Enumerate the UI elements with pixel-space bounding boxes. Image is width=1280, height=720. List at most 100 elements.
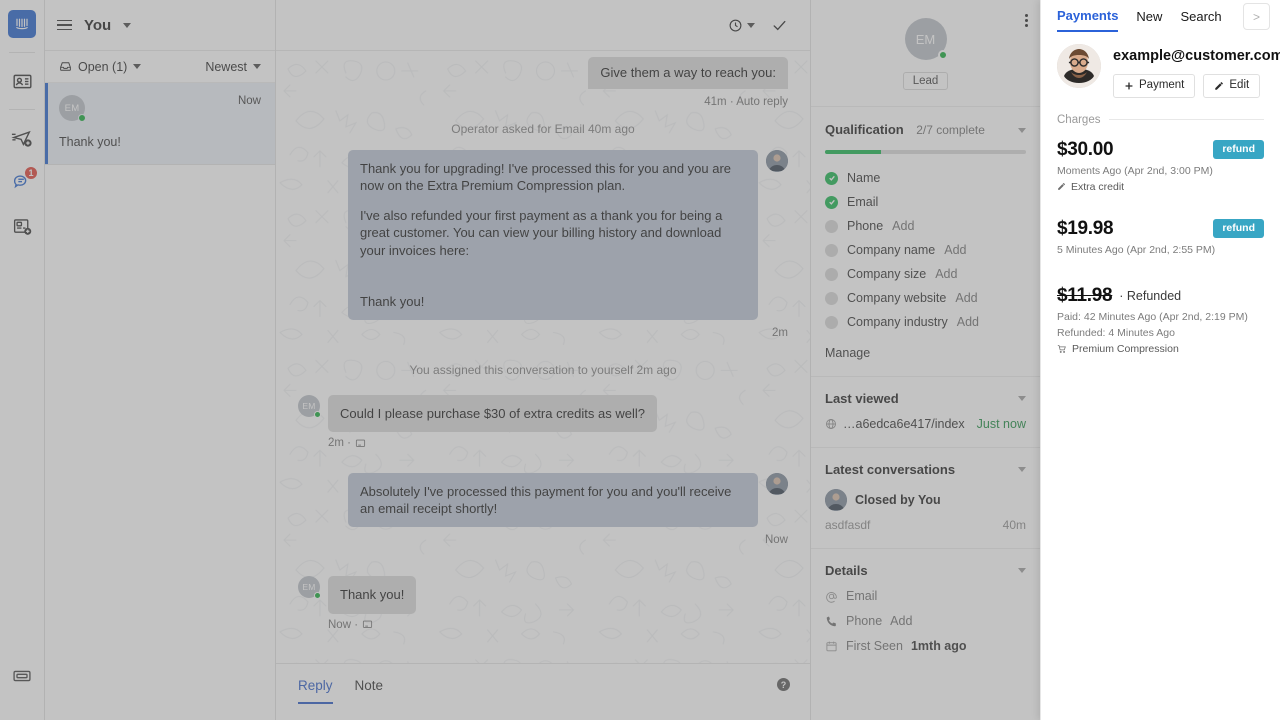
details-collapse-chevron-icon[interactable] [1018,568,1026,573]
open-filter[interactable]: Open (1) [59,59,142,74]
conversation-list-item[interactable]: EM Now Thank you! [45,83,275,165]
message-outgoing: Absolutely I've processed this payment f… [298,473,788,528]
detail-value: 1mth ago [910,639,967,653]
qualification-item-company-website[interactable]: Company website Add [825,286,1026,310]
qualification-collapse-chevron-icon[interactable] [1018,127,1026,133]
add-link[interactable]: Add [955,291,977,305]
message-auto-reply: Give them a way to reach you: [298,57,788,89]
detail-row-first-seen[interactable]: First Seen 1mth ago [825,639,1026,653]
inbox-icon[interactable] [5,659,39,693]
add-payment-label: Payment [1139,78,1185,91]
refund-button[interactable]: refund [1213,219,1264,239]
open-filter-chevron-down-icon[interactable] [133,64,142,69]
tab-search[interactable]: Search [1180,9,1221,31]
qualification-item-company-size[interactable]: Company size Add [825,262,1026,286]
latest-conversation-item[interactable]: Closed by You [825,489,1026,511]
rail-divider-2 [9,109,35,110]
qualification-item-company-name[interactable]: Company name Add [825,238,1026,262]
conversation-list-panel: You Open (1) Newest EM Now Thank you! [45,0,276,720]
pencil-icon [1057,182,1066,191]
last-viewed-collapse-chevron-icon[interactable] [1018,396,1026,401]
inbox-owner-chevron-down-icon[interactable] [123,22,132,28]
charge-amount: $11.98 [1057,284,1113,306]
tab-note[interactable]: Note [355,678,384,702]
section-title: Qualification [825,122,904,137]
tab-new[interactable]: New [1136,9,1162,31]
conversation-toolbar [276,0,810,51]
tab-payments[interactable]: Payments [1057,8,1119,32]
rail-divider-1 [9,52,35,53]
refund-button[interactable]: refund [1213,140,1264,160]
admin-avatar [825,489,847,511]
send-outbound-icon[interactable] [5,121,39,155]
menu-icon[interactable] [57,19,72,31]
contacts-icon[interactable] [5,64,39,98]
qualification-item-phone[interactable]: Phone Add [825,214,1026,238]
articles-icon[interactable] [5,209,39,243]
charges-label: Charges [1057,113,1101,126]
qualification-label: Company industry [847,315,948,329]
primary-nav-rail: 1 [0,0,45,720]
user-details-panel: EM Lead Qualification 2/7 complete Name … [811,0,1040,720]
empty-circle-icon [825,291,838,305]
online-status-dot [78,114,86,122]
tab-reply[interactable]: Reply [298,678,333,704]
empty-circle-icon [825,267,838,281]
charge-item: $30.00 refund Moments Ago (Apr 2nd, 3:00… [1041,130,1280,193]
message-meta: Now · [328,618,359,631]
edit-customer-button[interactable]: Edit [1203,73,1261,98]
last-viewed-header: Last viewed [825,391,1026,406]
charge-header: $19.98 refund [1057,218,1264,240]
message-meta: 2m [772,326,788,339]
detail-row-phone[interactable]: Phone Add [825,614,1026,628]
qualification-item-company-industry[interactable]: Company industry Add [825,310,1026,334]
qualification-item-name[interactable]: Name [825,166,1026,190]
conversation-status: Closed by You [855,493,941,507]
charge-amount: $30.00 [1057,138,1114,160]
conversation-preview: asdfasdf [825,518,871,532]
more-options-icon[interactable] [1025,14,1028,27]
qualification-header: Qualification 2/7 complete [825,121,1026,139]
add-link[interactable]: Add [890,614,912,628]
add-payment-button[interactable]: Payment [1113,73,1196,98]
system-event: Operator asked for Email 40m ago [451,122,635,136]
sort-filter[interactable]: Newest [205,60,261,74]
empty-circle-icon [825,219,838,233]
message-paragraph-4: Thank you! [360,293,425,309]
details-section-header: Details [825,563,1026,578]
phone-icon [825,615,838,628]
latest-conversations-collapse-chevron-icon[interactable] [1018,467,1026,472]
conversation-snippet: Thank you! [59,135,121,149]
qualification-label: Company size [847,267,927,281]
close-conversation-button[interactable] [771,17,788,34]
expand-panel-button[interactable]: > [1243,3,1270,30]
help-icon[interactable]: ? [777,678,790,691]
last-viewed-row[interactable]: …a6edca6e417/index Just now [825,417,1026,431]
snooze-button[interactable] [728,18,755,33]
open-filter-label: Open (1) [78,59,128,74]
add-link[interactable]: Add [944,243,966,257]
message-thread[interactable]: Give them a way to reach you: 41m · Auto… [276,51,810,663]
conversations-icon[interactable]: 1 [5,165,39,199]
intercom-logo[interactable] [8,10,36,38]
admin-avatar [766,473,788,496]
add-link[interactable]: Add [935,267,957,281]
qualification-item-email[interactable]: Email [825,190,1026,214]
conversation-list-header: You [45,0,275,51]
message-bubble: Absolutely I've processed this payment f… [348,473,758,528]
charges-header: Charges [1041,98,1280,126]
manage-link[interactable]: Manage [825,346,1026,360]
intercom-inbox-app: 1 You Open (1) Newest EM Now Thank you! … [0,0,1280,720]
section-title: Last viewed [825,391,899,406]
avatar: EM [298,576,321,600]
add-link[interactable]: Add [892,219,914,233]
avatar-initials: EM [302,400,316,411]
qualification-progress-label: 2/7 complete [916,123,985,137]
detail-row-email[interactable]: Email [825,589,1026,603]
snooze-chevron-down-icon[interactable] [747,22,755,28]
sort-filter-chevron-down-icon[interactable] [253,64,261,69]
admin-avatar [766,150,788,172]
message-meta: 2m · [328,437,351,450]
add-link[interactable]: Add [957,315,979,329]
message-incoming: EM Could I please purchase $30 of extra … [298,394,788,450]
